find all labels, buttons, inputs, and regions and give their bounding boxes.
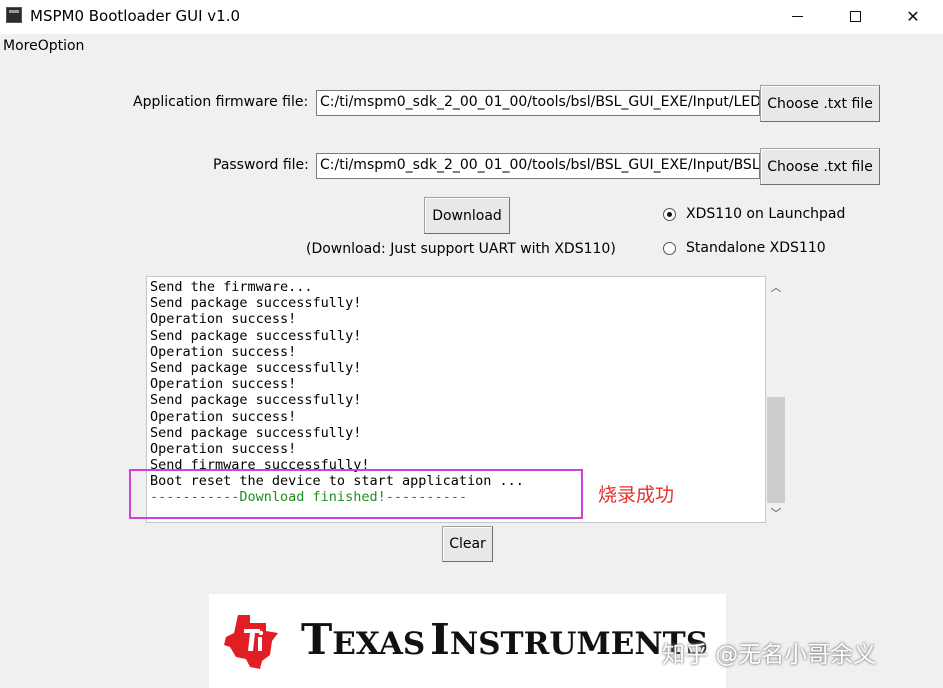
radio-label: Standalone XDS110 — [686, 240, 826, 256]
radio-checked-icon — [663, 207, 676, 221]
radio-standalone-xds110[interactable]: Standalone XDS110 — [663, 240, 826, 256]
log-line: Operation success! — [150, 440, 297, 457]
log-line: Operation success! — [150, 408, 297, 425]
ti-wordmark: TEXAS INSTRUMENTS — [301, 615, 709, 664]
window-title: MSPM0 Bootloader GUI v1.0 — [30, 7, 241, 25]
log-line: Operation success! — [150, 343, 297, 360]
log-line: Send the firmware... — [150, 279, 313, 295]
log-line: Send package successfully! — [150, 327, 362, 344]
choose-firmware-button[interactable]: Choose .txt file — [760, 85, 880, 122]
highlight-box — [129, 469, 583, 519]
minimize-icon — [791, 15, 803, 17]
maximize-icon — [849, 10, 861, 22]
log-scrollbar[interactable]: ︿ ﹀ — [766, 276, 786, 523]
log-line: Operation success! — [150, 311, 297, 328]
title-bar: MSPM0 Bootloader GUI v1.0 ✕ — [0, 0, 943, 34]
menu-bar: MoreOption — [0, 34, 943, 60]
log-line: Send package successfully! — [150, 359, 362, 376]
ti-logo-icon — [224, 615, 278, 669]
clear-button[interactable]: Clear — [442, 526, 493, 562]
watermark-text: 知乎 @无名小哥余义 — [662, 642, 877, 668]
scroll-down-icon[interactable]: ﹀ — [766, 504, 786, 522]
firmware-path-input[interactable]: C:/ti/mspm0_sdk_2_00_01_00/tools/bsl/BSL… — [316, 90, 760, 116]
maximize-button[interactable] — [826, 0, 884, 32]
scroll-up-icon[interactable]: ︿ — [766, 278, 786, 296]
log-line: Send package successfully! — [150, 424, 362, 441]
choose-password-button[interactable]: Choose .txt file — [760, 148, 880, 185]
close-button[interactable]: ✕ — [884, 0, 942, 32]
firmware-label: Application firmware file: — [133, 94, 309, 110]
radio-unchecked-icon — [663, 241, 676, 255]
scroll-thumb[interactable] — [767, 397, 785, 503]
menu-more-option[interactable]: MoreOption — [3, 38, 84, 54]
download-button[interactable]: Download — [424, 197, 510, 234]
annotation-text: 烧录成功 — [598, 484, 675, 506]
app-icon — [6, 7, 22, 23]
log-line: Operation success! — [150, 376, 297, 393]
close-icon: ✕ — [906, 6, 920, 26]
radio-xds110-launchpad[interactable]: XDS110 on Launchpad — [663, 206, 845, 222]
password-label: Password file: — [213, 157, 309, 173]
password-path-input[interactable]: C:/ti/mspm0_sdk_2_00_01_00/tools/bsl/BSL… — [316, 153, 760, 179]
log-line: Send package successfully! — [150, 392, 362, 409]
ti-logo-banner: TEXAS INSTRUMENTS — [209, 594, 726, 688]
radio-label: XDS110 on Launchpad — [686, 206, 846, 222]
minimize-button[interactable] — [768, 0, 826, 32]
log-line: Send package successfully! — [150, 295, 362, 312]
download-note: (Download: Just support UART with XDS110… — [306, 241, 616, 257]
